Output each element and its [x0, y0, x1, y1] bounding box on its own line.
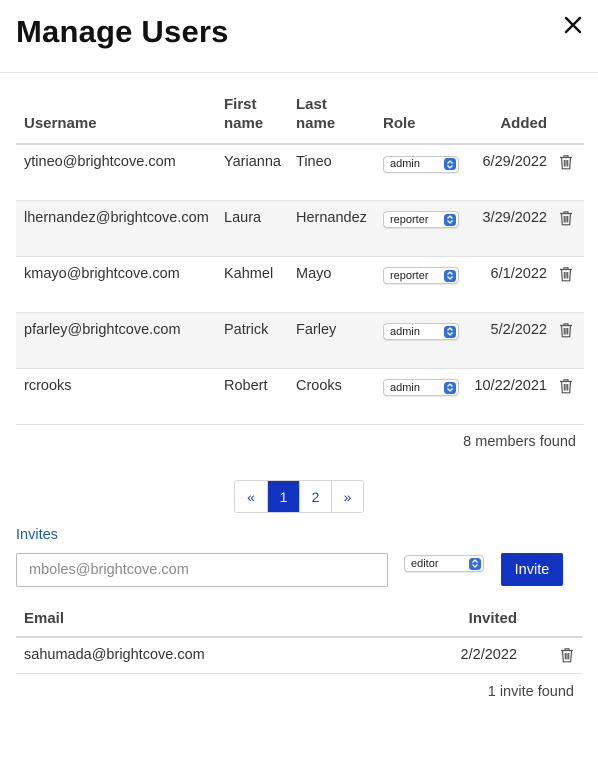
- actions-cell: [555, 144, 584, 201]
- first-name-cell: Robert: [216, 368, 288, 425]
- header-last-name[interactable]: Last name: [288, 95, 375, 145]
- dialog-header: Manage Users: [0, 0, 598, 73]
- pagination-page-2[interactable]: 2: [299, 481, 331, 512]
- role-cell: admin: [375, 144, 463, 201]
- table-row: ytineo@brightcove.com Yarianna Tineo adm…: [16, 144, 584, 201]
- chevron-updown-icon: [444, 381, 456, 394]
- trash-icon[interactable]: [559, 154, 573, 174]
- pagination: « 1 2 »: [234, 480, 364, 513]
- header-actions: [555, 95, 584, 145]
- role-select[interactable]: admin: [383, 379, 459, 396]
- pagination-next[interactable]: »: [331, 481, 363, 512]
- role-select-value: admin: [390, 325, 420, 338]
- invites-label: Invites: [16, 527, 58, 543]
- role-select-value: admin: [390, 158, 420, 170]
- username-cell: pfarley@brightcove.com: [16, 312, 216, 369]
- first-name-cell: Yarianna: [216, 144, 288, 201]
- members-count: 8 members found: [463, 434, 576, 450]
- header-added[interactable]: Added: [463, 95, 555, 145]
- trash-icon[interactable]: [560, 647, 574, 667]
- role-select[interactable]: reporter: [383, 211, 459, 228]
- last-name-cell: Mayo: [288, 256, 375, 313]
- invites-table-header: Email Invited: [16, 605, 582, 638]
- chevron-updown-icon: [444, 213, 456, 226]
- chevron-updown-icon: [444, 158, 456, 170]
- last-name-cell: Crooks: [288, 368, 375, 425]
- last-name-cell: Farley: [288, 312, 375, 369]
- chevron-updown-icon: [444, 269, 456, 282]
- actions-cell: [555, 312, 584, 369]
- username-cell: ytineo@brightcove.com: [16, 144, 216, 201]
- role-cell: reporter: [375, 200, 463, 257]
- role-select[interactable]: reporter: [383, 267, 459, 284]
- header-actions: [525, 605, 582, 638]
- trash-icon[interactable]: [559, 378, 573, 398]
- invite-email-input[interactable]: [16, 553, 388, 587]
- actions-cell: [555, 256, 584, 313]
- users-table-header: Username First name Last name Role Added: [16, 95, 584, 145]
- close-icon[interactable]: [562, 14, 584, 36]
- added-cell: 5/2/2022: [463, 312, 555, 369]
- invited-cell: 2/2/2022: [396, 637, 525, 674]
- role-select[interactable]: admin: [383, 323, 459, 340]
- role-select[interactable]: admin: [383, 155, 459, 173]
- username-cell: lhernandez@brightcove.com: [16, 200, 216, 257]
- added-cell: 3/29/2022: [463, 200, 555, 257]
- added-cell: 6/1/2022: [463, 256, 555, 313]
- invite-role-select[interactable]: editor: [404, 555, 484, 572]
- username-cell: kmayo@brightcove.com: [16, 256, 216, 313]
- trash-icon[interactable]: [559, 322, 573, 342]
- actions-cell: [555, 368, 584, 425]
- role-cell: admin: [375, 368, 463, 425]
- first-name-cell: Laura: [216, 200, 288, 257]
- trash-icon[interactable]: [559, 210, 573, 230]
- role-cell: admin: [375, 312, 463, 369]
- username-cell: rcrooks: [16, 368, 216, 425]
- table-row: sahumada@brightcove.com 2/2/2022: [16, 637, 582, 674]
- dialog-title: Manage Users: [16, 14, 229, 49]
- chevron-updown-icon: [469, 557, 481, 570]
- header-username[interactable]: Username: [16, 95, 216, 145]
- table-row: pfarley@brightcove.com Patrick Farley ad…: [16, 312, 584, 369]
- invite-button[interactable]: Invite: [501, 553, 563, 586]
- last-name-cell: Hernandez: [288, 200, 375, 257]
- trash-icon[interactable]: [559, 266, 573, 286]
- role-select-value: admin: [390, 381, 420, 394]
- actions-cell: [555, 200, 584, 257]
- pagination-prev[interactable]: «: [235, 481, 267, 512]
- header-first-name[interactable]: First name: [216, 95, 288, 145]
- email-cell: sahumada@brightcove.com: [16, 637, 396, 674]
- table-row: kmayo@brightcove.com Kahmel Mayo reporte…: [16, 256, 584, 313]
- users-table: Username First name Last name Role Added…: [16, 95, 584, 425]
- header-email[interactable]: Email: [16, 605, 396, 638]
- actions-cell: [525, 637, 582, 674]
- header-role[interactable]: Role: [375, 95, 463, 145]
- table-row: lhernandez@brightcove.com Laura Hernande…: [16, 200, 584, 257]
- first-name-cell: Patrick: [216, 312, 288, 369]
- role-select-value: reporter: [390, 269, 429, 282]
- added-cell: 6/29/2022: [463, 144, 555, 201]
- header-invited[interactable]: Invited: [396, 605, 525, 638]
- chevron-updown-icon: [444, 325, 456, 338]
- role-cell: reporter: [375, 256, 463, 313]
- role-select-value: reporter: [390, 213, 429, 226]
- pagination-page-1[interactable]: 1: [267, 481, 299, 512]
- first-name-cell: Kahmel: [216, 256, 288, 313]
- added-cell: 10/22/2021: [463, 368, 555, 425]
- last-name-cell: Tineo: [288, 144, 375, 201]
- invite-count: 1 invite found: [487, 684, 574, 700]
- invites-table: Email Invited sahumada@brightcove.com 2/…: [16, 605, 582, 674]
- invite-role-value: editor: [411, 557, 439, 570]
- table-row: rcrooks Robert Crooks admin 10/22/2021: [16, 368, 584, 425]
